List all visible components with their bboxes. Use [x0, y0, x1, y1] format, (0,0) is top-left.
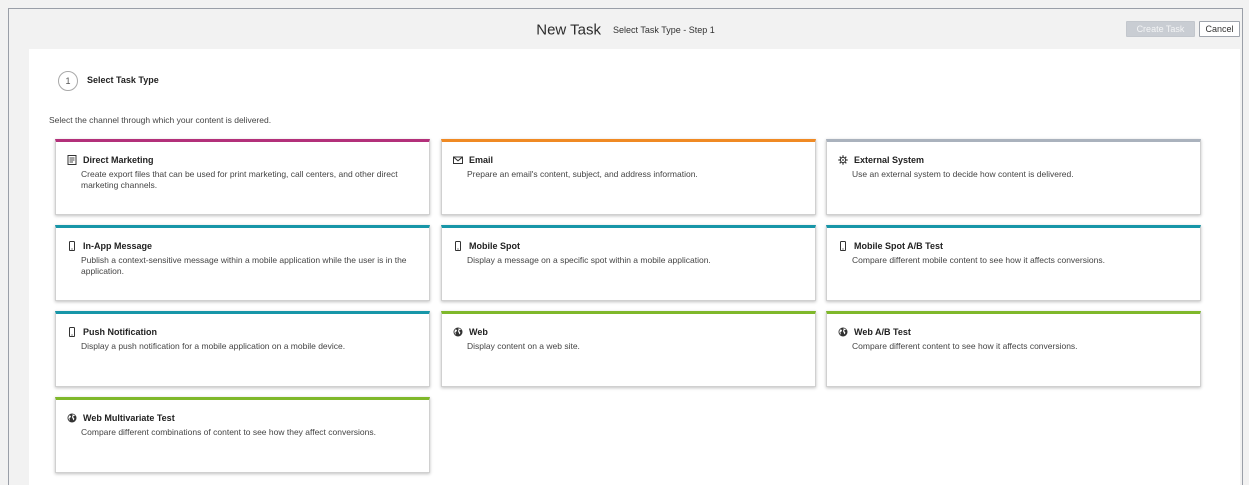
- document-icon: [67, 155, 77, 165]
- task-type-card-push-notification[interactable]: Push Notification Display a push notific…: [55, 311, 430, 387]
- globe-icon: [453, 327, 463, 337]
- cancel-button[interactable]: Cancel: [1199, 21, 1240, 37]
- task-type-card-mobile-spot-ab-test[interactable]: Mobile Spot A/B Test Compare different m…: [826, 225, 1201, 301]
- task-type-card-web-multivariate-test[interactable]: Web Multivariate Test Compare different …: [55, 397, 430, 473]
- mobile-icon: [840, 241, 846, 251]
- instruction-text: Select the channel through which your co…: [49, 115, 272, 125]
- task-type-card-direct-marketing[interactable]: Direct Marketing Create export files tha…: [55, 139, 430, 215]
- card-title: External System: [854, 155, 925, 165]
- card-description: Prepare an email's content, subject, and…: [467, 169, 698, 179]
- mobile-icon: [69, 327, 75, 337]
- card-title: Web A/B Test: [854, 327, 911, 337]
- card-description: Create export files that can be used for…: [81, 169, 398, 190]
- envelope-icon: [453, 156, 463, 164]
- card-description: Compare different combinations of conten…: [81, 427, 376, 437]
- task-type-card-web-ab-test[interactable]: Web A/B Test Compare different content t…: [826, 311, 1201, 387]
- gear-icon: [838, 155, 848, 165]
- header-bar: New Task Select Task Type - Step 1 Create…: [9, 9, 1242, 49]
- card-description: Display a message on a specific spot wit…: [467, 255, 711, 265]
- page-title: New Task: [536, 21, 601, 39]
- card-description: Compare different content to see how it …: [852, 341, 1078, 351]
- card-title: Web: [469, 327, 488, 337]
- card-description: Compare different mobile content to see …: [852, 255, 1105, 265]
- task-type-card-external-system[interactable]: External System Use an external system t…: [826, 139, 1201, 215]
- card-title: Web Multivariate Test: [83, 413, 175, 423]
- step-number-badge: 1: [58, 71, 78, 91]
- mobile-icon: [455, 241, 461, 251]
- mobile-icon: [69, 241, 75, 251]
- card-title: Direct Marketing: [83, 155, 154, 165]
- task-type-card-in-app-message[interactable]: In-App Message Publish a context-sensiti…: [55, 225, 430, 301]
- create-task-button[interactable]: Create Task: [1126, 21, 1195, 37]
- card-title: Push Notification: [83, 327, 157, 337]
- card-description: Display content on a web site.: [467, 341, 580, 351]
- card-title: Email: [469, 155, 494, 165]
- card-description: Publish a context-sensitive message with…: [81, 255, 407, 276]
- task-type-card-web[interactable]: Web Display content on a web site.: [441, 311, 816, 387]
- globe-icon: [838, 327, 848, 337]
- card-title: Mobile Spot: [469, 241, 520, 251]
- task-window: New Task Select Task Type - Step 1 Create…: [8, 8, 1243, 485]
- step-subtitle: Select Task Type - Step 1: [613, 24, 715, 35]
- step-title: Select Task Type: [87, 75, 159, 85]
- globe-icon: [67, 413, 77, 423]
- task-type-card-mobile-spot[interactable]: Mobile Spot Display a message on a speci…: [441, 225, 816, 301]
- content-panel: 1 Select Task Type Select the channel th…: [29, 49, 1240, 485]
- card-description: Use an external system to decide how con…: [852, 169, 1074, 179]
- card-title: In-App Message: [83, 241, 153, 251]
- card-description: Display a push notification for a mobile…: [81, 341, 346, 351]
- header-title-group: New Task Select Task Type - Step 1: [9, 21, 1242, 39]
- task-type-card-email[interactable]: Email Prepare an email's content, subjec…: [441, 139, 816, 215]
- card-title: Mobile Spot A/B Test: [854, 241, 943, 251]
